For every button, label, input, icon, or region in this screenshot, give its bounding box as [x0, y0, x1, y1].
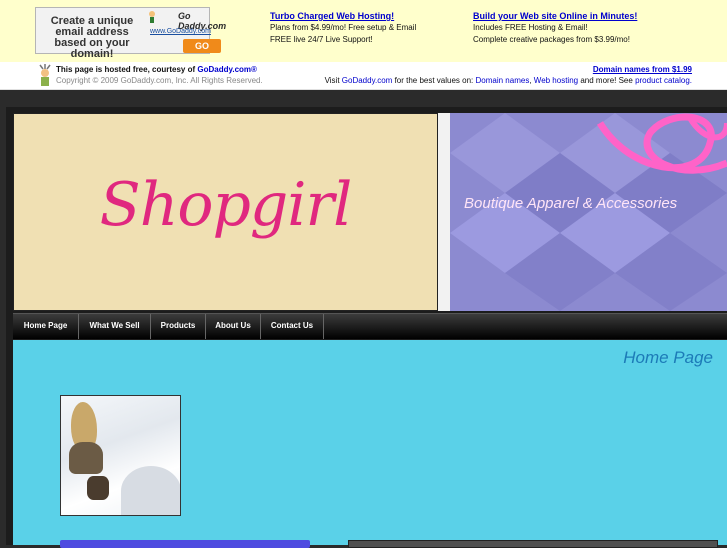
- featured-photo: [60, 395, 181, 516]
- godaddy-link[interactable]: GoDaddy.com®: [197, 65, 257, 74]
- secondary-image: [348, 540, 718, 548]
- web-hosting-link[interactable]: Web hosting: [534, 76, 578, 85]
- promo-website-line1: Includes FREE Hosting & Email!: [473, 23, 588, 32]
- hosted-label: This page is hosted free, courtesy of: [56, 65, 196, 74]
- promo-hosting-line1: Plans from $4.99/mo! Free setup & Email: [270, 23, 417, 32]
- ad-bar: Create a unique email address based on y…: [0, 0, 727, 62]
- banner-logo-panel: Shopgirl: [13, 113, 438, 311]
- hosted-text: This page is hosted free, courtesy of Go…: [56, 65, 257, 74]
- nav-home-page[interactable]: Home Page: [13, 314, 79, 339]
- page-title: Home Page: [623, 348, 713, 367]
- main-content: Home Page: [13, 340, 727, 548]
- and-more-label: and more! See: [580, 76, 633, 85]
- domain-email-ad[interactable]: Create a unique email address based on y…: [35, 7, 226, 60]
- site-logo: Shopgirl: [99, 170, 353, 240]
- ad-url[interactable]: www.GoDaddy.com: [150, 28, 211, 35]
- go-button[interactable]: GO: [183, 39, 221, 53]
- product-catalog-link[interactable]: product catalog.: [635, 76, 692, 85]
- promo-website: Build your Web site Online in Minutes! I…: [473, 10, 637, 46]
- promo-website-line2: Complete creative packages from $3.99/mo…: [473, 35, 630, 44]
- banner-pattern-panel: Boutique Apparel & Accessories: [450, 113, 727, 311]
- main-nav: Home Page What We Sell Products About Us…: [13, 313, 727, 339]
- promo-website-link[interactable]: Build your Web site Online in Minutes!: [473, 10, 637, 22]
- domain-names-footer-link[interactable]: Domain names: [476, 76, 530, 85]
- promo-hosting-line2: FREE live 24/7 Live Support!: [270, 35, 373, 44]
- diamond-pattern: [450, 113, 727, 311]
- nav-about-us[interactable]: About Us: [206, 314, 261, 339]
- values-label: for the best values on:: [394, 76, 474, 85]
- copyright: Copyright © 2009 GoDaddy.com, Inc. All R…: [56, 76, 263, 85]
- section-heading: [60, 540, 310, 548]
- godaddy-mascot-icon: [149, 11, 155, 23]
- site-frame: Shopgirl Boutique Apparel & Accessories …: [6, 107, 727, 548]
- visit-label: Visit: [324, 76, 340, 85]
- nav-contact-us[interactable]: Contact Us: [261, 314, 324, 339]
- godaddy-mascot-icon: [39, 64, 51, 86]
- site-tagline: Boutique Apparel & Accessories: [464, 195, 678, 212]
- nav-products[interactable]: Products: [151, 314, 206, 339]
- visit-godaddy-link[interactable]: GoDaddy.com: [342, 76, 393, 85]
- promo-hosting: Turbo Charged Web Hosting! Plans from $4…: [270, 10, 416, 46]
- ad-text: Create a unique email address based on y…: [50, 15, 134, 60]
- visit-text: Visit GoDaddy.com for the best values on…: [324, 76, 692, 85]
- nav-what-we-sell[interactable]: What We Sell: [79, 314, 151, 339]
- banner-divider: [438, 113, 450, 311]
- hosted-bar: This page is hosted free, courtesy of Go…: [0, 62, 727, 90]
- promo-hosting-link[interactable]: Turbo Charged Web Hosting!: [270, 10, 416, 22]
- domain-names-link[interactable]: Domain names from $1.99: [593, 65, 692, 74]
